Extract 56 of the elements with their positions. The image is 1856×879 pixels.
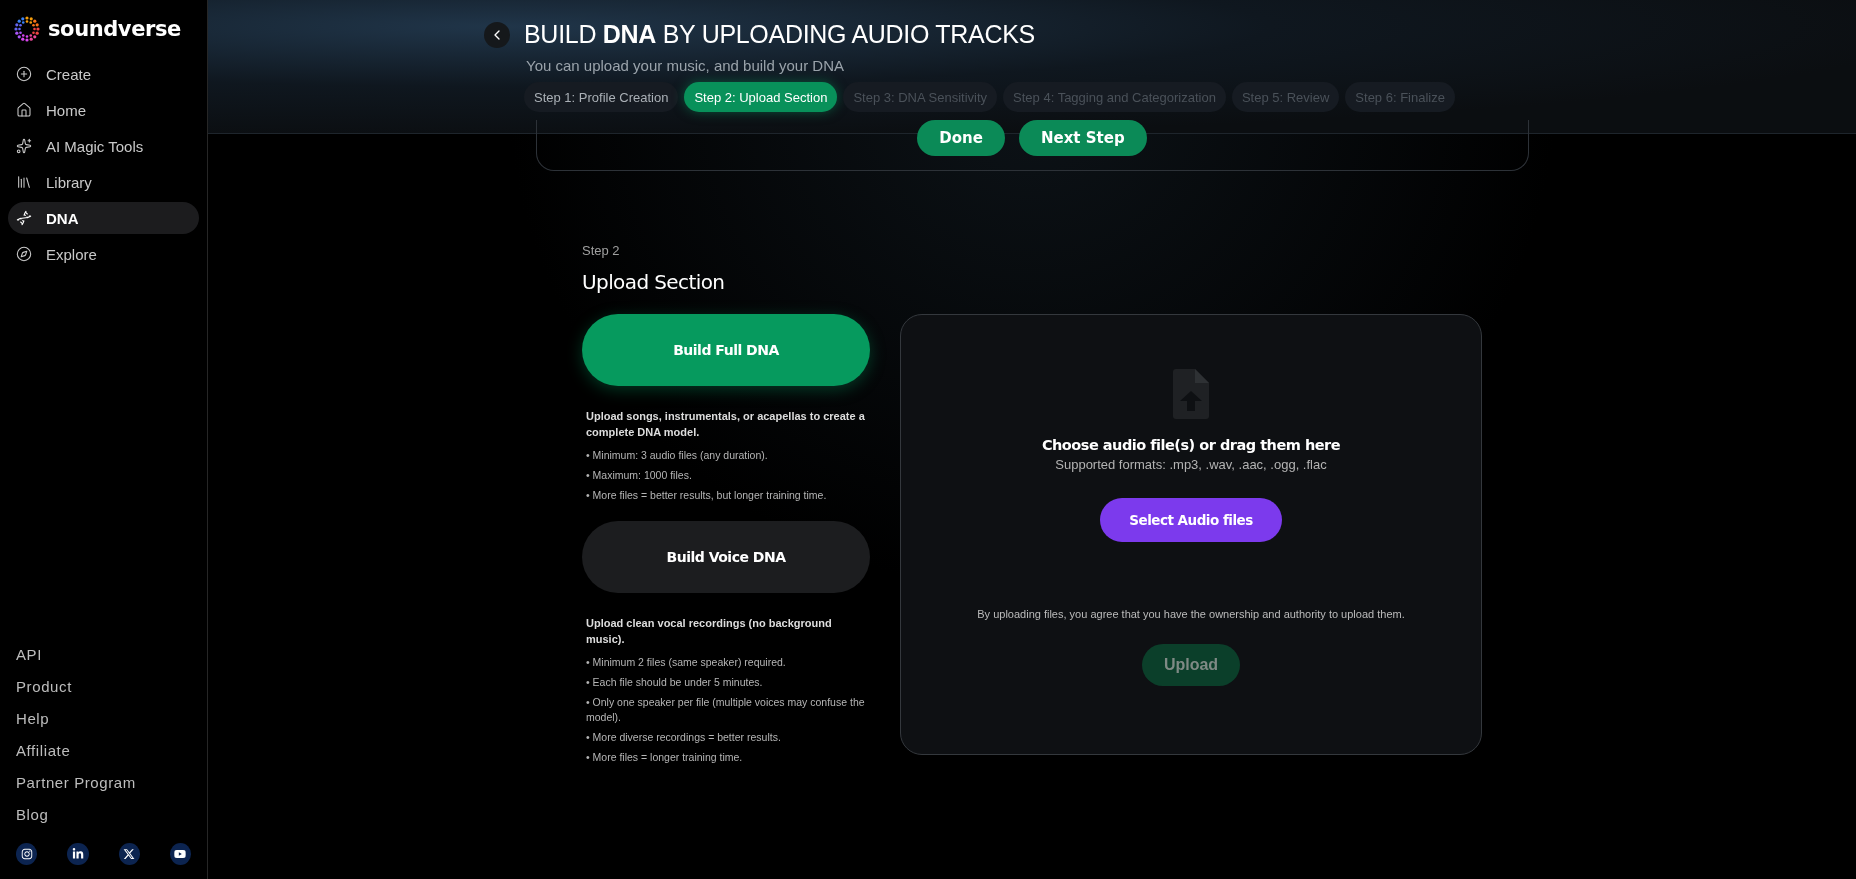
linkedin-icon[interactable] (67, 843, 89, 865)
books-icon (16, 174, 32, 190)
action-button[interactable]: Next Step (1018, 120, 1147, 156)
logo-icon (14, 16, 40, 42)
requirement-item: • Only one speaker per file (multiple voices may confuse the model). (586, 695, 866, 725)
plus-circle-icon (16, 66, 32, 82)
instagram-icon[interactable] (16, 843, 38, 865)
nav-label: Explore (46, 245, 97, 263)
page-title: BUILD DNA BY UPLOADING AUDIO TRACKS (524, 20, 1035, 49)
requirement-item: • Minimum 2 files (same speaker) required. (586, 655, 787, 670)
compass-icon (16, 246, 32, 262)
agreement-text: By uploading files, you agree that you have the ownership and authority to upload them. (977, 608, 1405, 620)
option-description: Upload clean vocal recordings (no background music). (586, 616, 833, 647)
step-tab[interactable]: Step 2: Upload Section (684, 82, 838, 112)
nav-label: Library (46, 173, 92, 191)
nav-label: DNA (46, 209, 79, 227)
back-button[interactable] (484, 21, 510, 48)
requirement-item: • More files = longer training time. (586, 750, 744, 765)
action-button[interactable]: Done (917, 120, 1005, 156)
select-files-button[interactable]: Select Audio files (1100, 498, 1282, 542)
requirement-item: • Minimum: 3 audio files (any duration). (586, 448, 769, 463)
nav-item[interactable]: AI Magic Tools (8, 130, 199, 162)
footer-link[interactable]: Partner Program (8, 767, 144, 799)
sparkles-icon (16, 138, 32, 154)
section-title: Upload Section (582, 270, 726, 294)
nav-item[interactable]: Create (8, 58, 199, 90)
formats-text: Supported formats: .mp3, .wav, .aac, .ogg, .flac (1055, 457, 1327, 472)
x-icon[interactable] (118, 843, 140, 865)
nav-item[interactable]: DNA (8, 202, 199, 234)
brand-name: soundverse (48, 17, 181, 41)
requirement-item: • More files = better results, but longer training time. (586, 488, 828, 503)
nav-item[interactable]: Library (8, 166, 199, 198)
footer-link[interactable]: Affiliate (8, 735, 79, 767)
requirement-item: • More diverse recordings = better results. (586, 730, 782, 745)
nav-label: AI Magic Tools (46, 137, 144, 155)
footer-link[interactable]: Product (8, 671, 80, 703)
nav-item[interactable]: Explore (8, 238, 199, 270)
nav-item[interactable]: Home (8, 94, 199, 126)
dna-icon (16, 210, 32, 226)
dna-type-button[interactable]: Build Full DNA (582, 314, 870, 386)
nav-label: Create (46, 65, 92, 83)
dna-type-button[interactable]: Build Voice DNA (582, 521, 870, 593)
footer-link[interactable]: API (8, 639, 50, 671)
requirement-item: • Maximum: 1000 files. (586, 468, 693, 483)
dropzone-title: Choose audio file(s) or drag them here (1041, 437, 1341, 453)
step-eyebrow: Step 2 (582, 243, 621, 258)
footer-link[interactable]: Help (8, 703, 58, 735)
page-subtitle: You can upload your music, and build your DNA (526, 57, 845, 74)
nav-label: Home (46, 101, 86, 119)
option-description: Upload songs, instrumentals, or acapellas to create a complete DNA model. (586, 409, 866, 440)
file-upload-icon (1173, 369, 1209, 419)
youtube-icon[interactable] (169, 843, 191, 865)
footer-link[interactable]: Blog (8, 799, 57, 831)
house-icon (16, 102, 32, 118)
step-tab[interactable]: Step 1: Profile Creation (524, 82, 679, 112)
requirement-item: • Each file should be under 5 minutes. (586, 675, 764, 690)
